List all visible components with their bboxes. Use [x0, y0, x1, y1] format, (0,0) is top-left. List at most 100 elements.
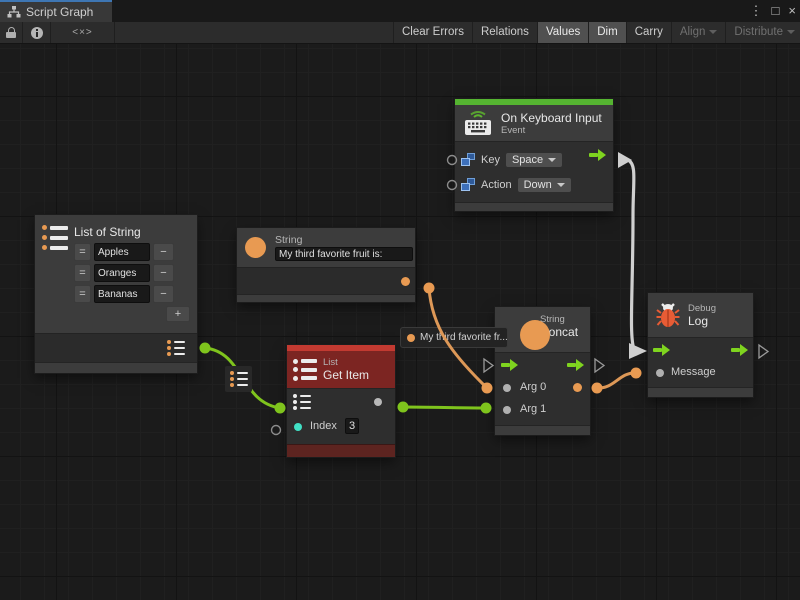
lock-icon: [6, 27, 17, 38]
list-type-icon: [293, 394, 311, 410]
arg0-row: Arg 0: [495, 377, 590, 399]
list-output-row: [35, 333, 197, 362]
action-variable-icon: [461, 178, 475, 191]
code-view-icon: <×>: [72, 27, 93, 38]
node-get-item[interactable]: List Get Item Index 3: [287, 345, 395, 457]
toolbar: <×> GameObject Zoom 1x Clear Errors Rela…: [0, 22, 800, 44]
clear-errors-button[interactable]: Clear Errors: [393, 22, 472, 43]
list-item-input[interactable]: Oranges: [94, 264, 150, 282]
flow-input-port[interactable]: [653, 344, 670, 356]
key-dropdown[interactable]: Space: [506, 153, 562, 167]
list-icon: [42, 225, 68, 250]
string-value-input[interactable]: My third favorite fruit is:: [275, 247, 413, 261]
list-item-row: = Bananas −: [74, 285, 190, 303]
window-menu-icon[interactable]: ⋮: [750, 2, 763, 20]
string-type-icon: [520, 320, 550, 350]
index-value-input[interactable]: 3: [345, 418, 359, 434]
info-icon: [31, 27, 43, 39]
flow-output-port[interactable]: [731, 344, 748, 356]
arg1-row: Arg 1: [495, 399, 590, 421]
action-label: Action: [481, 179, 512, 191]
bug-icon: [656, 301, 680, 329]
error-footer: [287, 444, 395, 457]
node-string-literal[interactable]: String My third favorite fruit is:: [237, 228, 415, 302]
remove-item-button[interactable]: −: [153, 243, 174, 261]
flow-output-port[interactable]: [567, 359, 584, 371]
list-item-input[interactable]: Apples: [94, 243, 150, 261]
node-category: List: [323, 357, 369, 368]
string-output-row: [237, 267, 415, 294]
tab-script-graph[interactable]: Script Graph: [0, 0, 112, 22]
chevron-down-icon: [548, 158, 556, 162]
arg1-label: Arg 1: [520, 403, 546, 415]
action-dropdown[interactable]: Down: [518, 178, 571, 192]
string-value-icon: [407, 334, 415, 342]
chevron-down-icon: [557, 183, 565, 187]
arg0-input-port[interactable]: [503, 384, 511, 392]
node-title: Get Item: [323, 368, 369, 382]
list-item-input[interactable]: Bananas: [94, 285, 150, 303]
node-footer: [35, 362, 197, 373]
list-icon: [293, 359, 317, 381]
node-footer: [455, 202, 613, 211]
node-category: String: [540, 314, 578, 325]
list-item-row: = Apples −: [74, 243, 190, 261]
drag-handle[interactable]: =: [74, 243, 91, 261]
carry-toggle[interactable]: Carry: [626, 22, 671, 43]
trigger-output-port[interactable]: [589, 149, 606, 161]
node-list-of-string[interactable]: List of String = Apples − = Oranges − = …: [35, 215, 197, 373]
dim-toggle[interactable]: Dim: [588, 22, 625, 43]
string-type-icon: [245, 237, 266, 258]
graph-icon: [7, 6, 21, 18]
close-icon[interactable]: ×: [788, 2, 796, 20]
list-type-icon: [230, 371, 248, 387]
index-input-port[interactable]: [294, 423, 302, 431]
drag-handle[interactable]: =: [74, 264, 91, 282]
node-footer: [648, 387, 753, 397]
distribute-dropdown[interactable]: Distribute: [725, 22, 800, 43]
keyboard-icon: [463, 110, 493, 137]
node-title: String: [275, 235, 413, 246]
drag-handle[interactable]: =: [74, 285, 91, 303]
flow-input-port[interactable]: [501, 359, 518, 371]
relations-button[interactable]: Relations: [472, 22, 537, 43]
message-row: Message: [648, 362, 753, 384]
node-subtitle: Event: [501, 125, 602, 136]
node-footer: [495, 425, 590, 435]
wire-value-text: My third favorite fr...: [420, 332, 508, 343]
node-on-keyboard-input[interactable]: On Keyboard Input Event Key Space Action…: [455, 99, 613, 211]
result-output-port[interactable]: [573, 383, 582, 392]
node-concat[interactable]: String Concat Arg 0 Arg 1: [495, 307, 590, 435]
maximize-icon[interactable]: □: [772, 2, 780, 20]
code-view-button[interactable]: <×>: [51, 22, 115, 43]
add-item-button[interactable]: +: [166, 306, 190, 322]
node-title: Log: [688, 314, 716, 328]
wire-list-badge: [225, 366, 252, 392]
chevron-down-icon: [709, 30, 717, 34]
title-bar: Script Graph ⋮ □ ×: [0, 0, 800, 22]
node-footer: [237, 294, 415, 302]
remove-item-button[interactable]: −: [153, 285, 174, 303]
message-label: Message: [671, 366, 716, 378]
chevron-down-icon: [787, 30, 795, 34]
node-title: List of String: [74, 225, 190, 239]
node-debug-log[interactable]: Debug Log Message: [648, 293, 753, 397]
node-title: On Keyboard Input: [501, 111, 602, 125]
list-item-row: = Oranges −: [74, 264, 190, 282]
message-input-port[interactable]: [656, 369, 664, 377]
result-output-port[interactable]: [374, 398, 382, 406]
flow-row: [495, 352, 590, 377]
remove-item-button[interactable]: −: [153, 264, 174, 282]
wire-value-tooltip: My third favorite fr...: [400, 327, 508, 348]
align-dropdown[interactable]: Align: [671, 22, 726, 43]
info-button[interactable]: [23, 22, 51, 43]
lock-button[interactable]: [0, 22, 23, 43]
string-output-port[interactable]: [401, 277, 410, 286]
list-input-row: [287, 388, 395, 415]
arg0-label: Arg 0: [520, 381, 546, 393]
key-variable-icon: [461, 153, 475, 166]
node-category: Debug: [688, 303, 716, 314]
arg1-input-port[interactable]: [503, 406, 511, 414]
values-toggle[interactable]: Values: [537, 22, 588, 43]
tab-label: Script Graph: [26, 5, 93, 19]
